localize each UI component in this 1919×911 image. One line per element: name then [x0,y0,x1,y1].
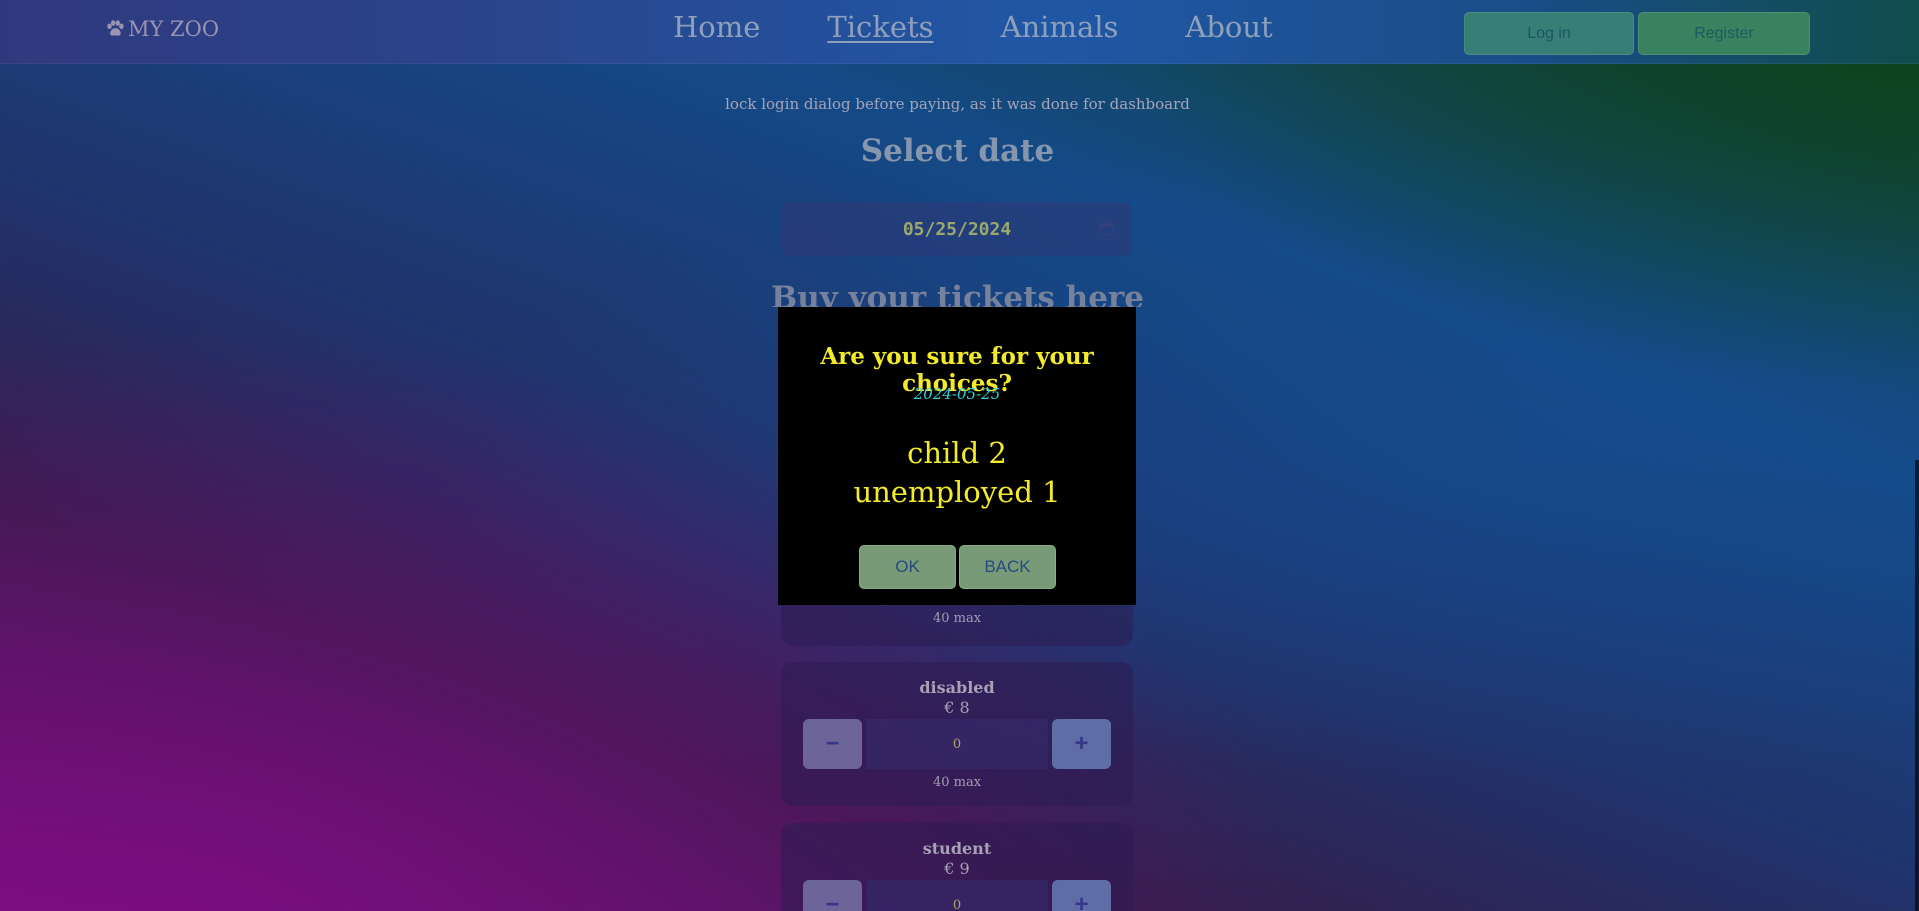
dialog-choices: child 2 unemployed 1 [778,434,1136,512]
confirm-dialog: Are you sure for your choices? 2024-05-2… [778,307,1136,605]
dialog-date: 2024-05-25 [913,385,1001,403]
scrollbar[interactable] [1915,460,1919,911]
choice-line: unemployed 1 [853,475,1061,509]
back-button[interactable]: BACK [959,545,1056,589]
choice-line: child 2 [907,436,1007,470]
ok-button[interactable]: OK [859,545,956,589]
